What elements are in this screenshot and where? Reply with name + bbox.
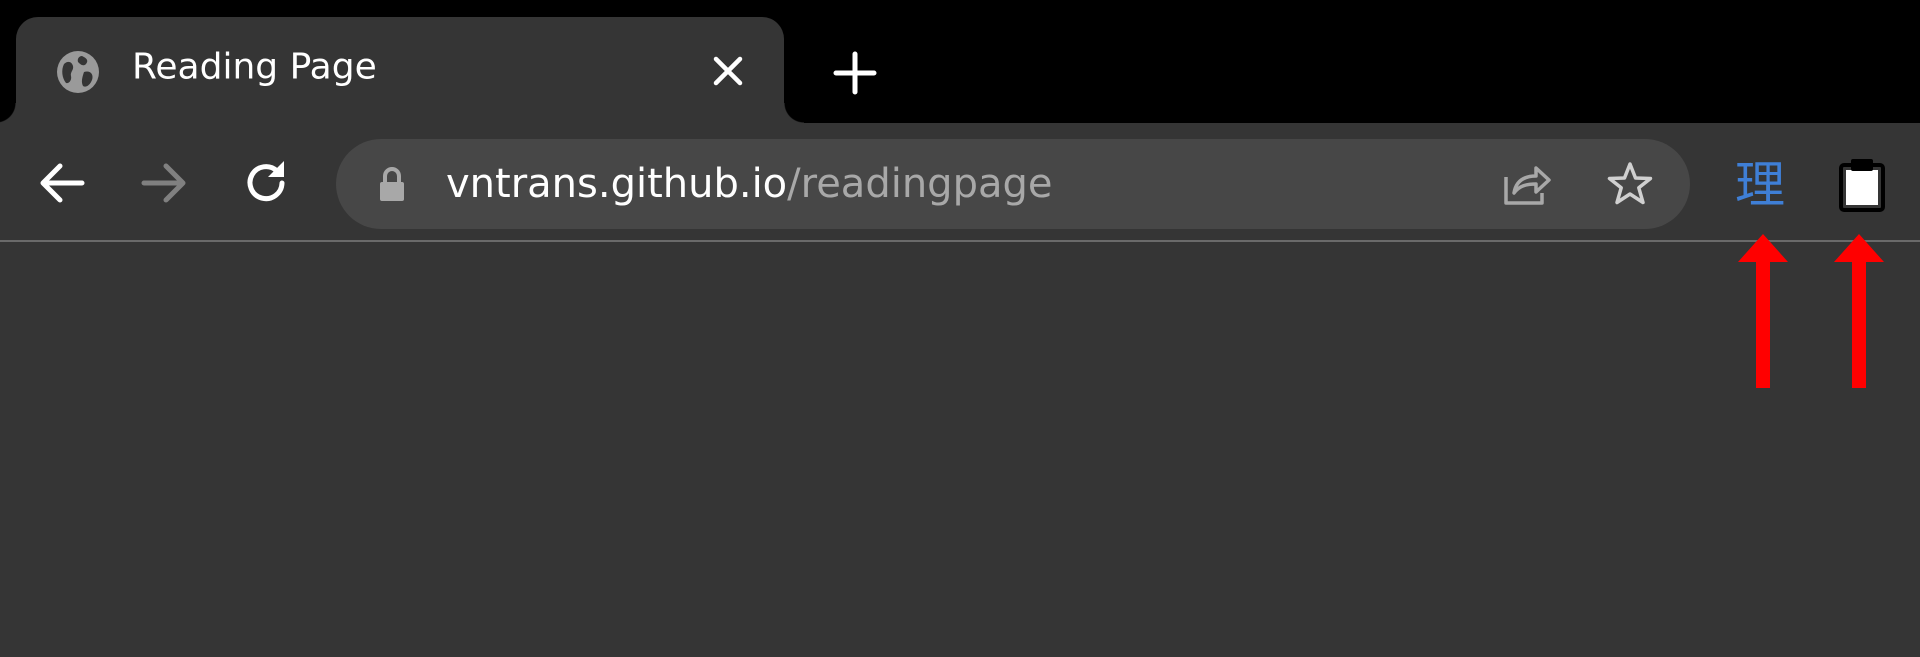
plus-icon[interactable] (832, 50, 878, 96)
star-icon[interactable] (1606, 161, 1654, 207)
translate-extension-button[interactable]: 理 (1730, 155, 1790, 215)
clipboard-icon[interactable] (1838, 157, 1886, 213)
url-text[interactable]: vntrans.github.io/readingpage (446, 161, 1052, 207)
url-host: vntrans.github.io (446, 161, 788, 207)
address-bar[interactable]: vntrans.github.io/readingpage (336, 139, 1690, 229)
reload-icon[interactable] (240, 157, 292, 209)
toolbar-divider (0, 240, 1920, 242)
tab-strip: Reading Page (0, 0, 1920, 123)
back-arrow-icon[interactable] (36, 157, 88, 209)
up-arrow-icon (1832, 232, 1886, 390)
up-arrow-icon (1736, 232, 1790, 390)
tab-title: Reading Page (132, 46, 377, 88)
lock-icon[interactable] (378, 166, 406, 202)
share-icon[interactable] (1502, 161, 1552, 207)
tab-reading-page[interactable]: Reading Page (0, 17, 804, 123)
url-path: /readingpage (787, 161, 1053, 207)
forward-arrow-icon[interactable] (138, 157, 190, 209)
close-icon[interactable] (710, 53, 746, 89)
globe-icon (56, 50, 100, 94)
